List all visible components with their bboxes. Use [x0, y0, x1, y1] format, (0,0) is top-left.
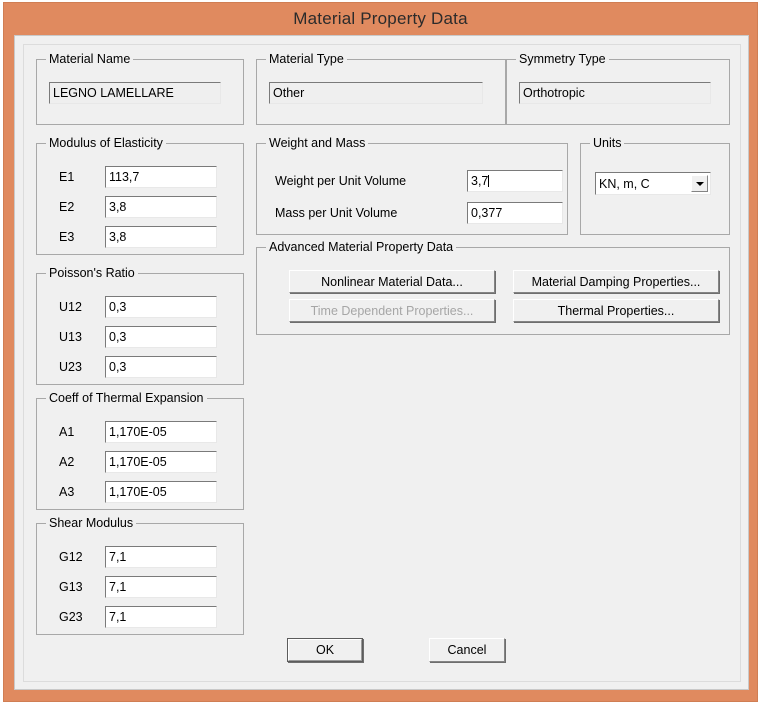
group-title-weight-and-mass: Weight and Mass [266, 136, 369, 150]
mass-per-unit-volume-input[interactable]: 0,377 [467, 202, 563, 224]
g13-input[interactable]: 7,1 [105, 576, 217, 598]
title-bar: Material Property Data [4, 3, 757, 35]
label-weight-per-unit-volume: Weight per Unit Volume [275, 174, 407, 188]
symmetry-type-input[interactable]: Orthotropic [519, 82, 711, 104]
material-type-input[interactable]: Other [269, 82, 483, 104]
units-selected-value: KN, m, C [599, 176, 650, 191]
label-g23: G23 [59, 610, 83, 624]
cancel-button-label: Cancel [447, 643, 487, 657]
g23-input[interactable]: 7,1 [105, 606, 217, 628]
group-material-type: Material Type Other [256, 52, 506, 125]
u13-input[interactable]: 0,3 [105, 326, 217, 348]
group-title-shear-modulus: Shear Modulus [46, 516, 137, 530]
group-weight-and-mass: Weight and Mass Weight per Unit Volume 3… [256, 136, 568, 235]
label-g13: G13 [59, 580, 83, 594]
a1-input[interactable]: 1,170E-05 [105, 421, 217, 443]
label-e2: E2 [59, 200, 75, 214]
ok-button-label: OK [288, 639, 362, 661]
group-title-coeff-of-thermal-expansion: Coeff of Thermal Expansion [46, 391, 207, 405]
a2-input[interactable]: 1,170E-05 [105, 451, 217, 473]
e2-input[interactable]: 3,8 [105, 196, 217, 218]
label-u12: U12 [59, 300, 82, 314]
group-title-modulus-of-elasticity: Modulus of Elasticity [46, 136, 166, 150]
time-dependent-properties-button: Time Dependent Properties... [289, 299, 495, 322]
label-g12: G12 [59, 550, 83, 564]
group-title-symmetry-type: Symmetry Type [516, 52, 609, 66]
thermal-properties-label: Thermal Properties... [557, 303, 675, 318]
group-shear-modulus: Shear Modulus G12 7,1 G13 7,1 G23 7,1 [36, 516, 244, 635]
label-u13: U13 [59, 330, 82, 344]
u12-input[interactable]: 0,3 [105, 296, 217, 318]
label-a3: A3 [59, 485, 75, 499]
group-title-material-name: Material Name [46, 52, 134, 66]
group-title-poissons-ratio: Poisson's Ratio [46, 266, 138, 280]
units-dropdown[interactable]: KN, m, C [595, 172, 711, 195]
group-poissons-ratio: Poisson's Ratio U12 0,3 U13 0,3 U23 0,3 [36, 266, 244, 385]
g12-input[interactable]: 7,1 [105, 546, 217, 568]
nonlinear-material-data-label: Nonlinear Material Data... [321, 274, 463, 289]
group-symmetry-type: Symmetry Type Orthotropic [506, 52, 730, 125]
e1-input[interactable]: 113,7 [105, 166, 217, 188]
label-mass-per-unit-volume: Mass per Unit Volume [275, 206, 398, 220]
label-a2: A2 [59, 455, 75, 469]
group-units: Units KN, m, C [580, 136, 730, 235]
e3-input[interactable]: 3,8 [105, 226, 217, 248]
nonlinear-material-data-button[interactable]: Nonlinear Material Data... [289, 270, 495, 293]
weight-per-unit-volume-input[interactable]: 3,7 [467, 170, 563, 192]
dialog-inner-panel: Material Name LEGNO LAMELLARE Material T… [23, 44, 741, 682]
units-dropdown-button[interactable] [691, 175, 708, 192]
chevron-down-icon [695, 181, 704, 186]
label-e3: E3 [59, 230, 75, 244]
group-title-advanced-material-property-data: Advanced Material Property Data [266, 240, 457, 254]
group-advanced-material-property-data: Advanced Material Property Data Nonlinea… [256, 240, 730, 335]
group-title-units: Units [590, 136, 625, 150]
ok-button[interactable]: OK [287, 638, 363, 662]
material-damping-properties-label: Material Damping Properties... [531, 274, 701, 289]
group-title-material-type: Material Type [266, 52, 347, 66]
material-damping-properties-button[interactable]: Material Damping Properties... [513, 270, 719, 293]
group-material-name: Material Name LEGNO LAMELLARE [36, 52, 244, 125]
dialog-window: Material Property Data Material Name LEG… [3, 2, 758, 702]
dialog-title: Material Property Data [293, 9, 468, 28]
label-a1: A1 [59, 425, 75, 439]
group-coeff-of-thermal-expansion: Coeff of Thermal Expansion A1 1,170E-05 … [36, 391, 244, 510]
a3-input[interactable]: 1,170E-05 [105, 481, 217, 503]
thermal-properties-button[interactable]: Thermal Properties... [513, 299, 719, 322]
u23-input[interactable]: 0,3 [105, 356, 217, 378]
time-dependent-properties-label: Time Dependent Properties... [310, 303, 474, 318]
cancel-button[interactable]: Cancel [429, 638, 505, 662]
dialog-client-area: Material Name LEGNO LAMELLARE Material T… [14, 35, 749, 690]
group-modulus-of-elasticity: Modulus of Elasticity E1 113,7 E2 3,8 E3… [36, 136, 244, 255]
label-e1: E1 [59, 170, 75, 184]
material-name-input[interactable]: LEGNO LAMELLARE [49, 82, 221, 104]
label-u23: U23 [59, 360, 82, 374]
